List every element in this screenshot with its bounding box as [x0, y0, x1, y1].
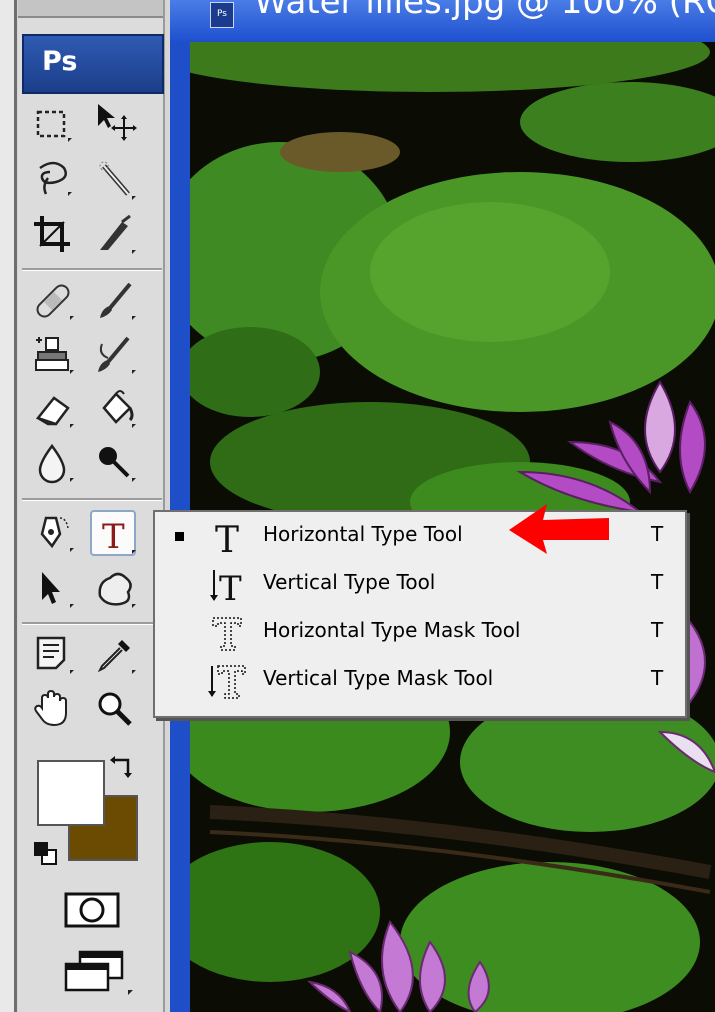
menu-item-shortcut: T	[651, 666, 664, 690]
healing-brush-tool[interactable]	[30, 278, 76, 324]
menu-item-shortcut: T	[651, 522, 664, 546]
foreground-color-swatch[interactable]	[37, 760, 105, 826]
menu-item-shortcut: T	[651, 618, 664, 642]
type-tool[interactable]: T	[90, 510, 136, 557]
move-tool[interactable]	[92, 100, 138, 146]
document-titlebar[interactable]: Ps Water lilies.jpg @ 100% (RGB/	[170, 0, 715, 42]
svg-text:T: T	[215, 520, 239, 558]
default-colors-button[interactable]	[30, 838, 60, 868]
blur-tool[interactable]	[30, 440, 76, 486]
zoom-tool[interactable]	[92, 686, 138, 732]
screen-mode-button[interactable]	[58, 946, 140, 1000]
note-icon	[36, 636, 74, 674]
crop-tool[interactable]	[30, 212, 76, 258]
menu-item-label: Vertical Type Tool	[263, 570, 436, 594]
dodge-icon	[99, 447, 136, 482]
clone-stamp-tool[interactable]	[30, 332, 76, 378]
brush-tool[interactable]	[92, 278, 138, 324]
bandage-icon	[36, 284, 74, 320]
lasso-tool[interactable]	[30, 156, 76, 202]
magic-wand-tool[interactable]	[92, 158, 138, 204]
selected-indicator	[175, 532, 184, 541]
document-window: Ps Water lilies.jpg @ 100% (RGB/	[170, 0, 715, 1012]
menu-item-label: Horizontal Type Mask Tool	[263, 618, 521, 642]
custom-shape-tool[interactable]	[92, 566, 138, 612]
photoshop-logo[interactable]: Ps	[22, 34, 164, 94]
menu-item-vertical-type-mask-tool[interactable]: Vertical Type Mask Tool T	[155, 656, 685, 704]
paint-bucket-tool[interactable]	[92, 386, 138, 432]
history-brush-icon	[98, 336, 136, 374]
default-colors-icon	[34, 842, 57, 865]
slice-tool[interactable]	[92, 212, 138, 258]
swap-arrows-icon	[110, 756, 132, 778]
horizontal-type-icon: T	[207, 516, 249, 561]
svg-text:T: T	[102, 517, 125, 557]
svg-text:T: T	[219, 569, 242, 606]
menu-item-shortcut: T	[651, 570, 664, 594]
red-arrow-icon	[509, 504, 609, 554]
tool-separator	[22, 622, 162, 625]
menu-item-horizontal-type-mask-tool[interactable]: Horizontal Type Mask Tool T	[155, 608, 685, 656]
pen-tool[interactable]	[30, 510, 76, 556]
vertical-type-mask-icon	[207, 660, 249, 702]
notes-tool[interactable]	[30, 632, 76, 678]
eraser-tool[interactable]	[30, 386, 76, 432]
quick-mask-button[interactable]	[60, 888, 124, 932]
eyedropper-tool[interactable]	[92, 632, 138, 678]
marquee-icon	[36, 110, 72, 142]
path-selection-tool[interactable]	[30, 566, 76, 612]
panel-edge	[0, 0, 17, 1012]
pen-icon	[40, 516, 74, 552]
tool-separator	[22, 498, 162, 501]
crop-icon	[34, 216, 70, 252]
paint-bucket-icon	[102, 390, 136, 428]
photoshop-logo-text: Ps	[42, 46, 78, 77]
eraser-icon	[35, 396, 74, 428]
drop-icon	[38, 443, 74, 484]
tools-panel: Ps T	[0, 0, 170, 1012]
swap-colors-button[interactable]	[108, 752, 138, 782]
screen-mode-icon	[64, 950, 133, 995]
vertical-type-icon: T	[207, 564, 249, 609]
tool-separator	[22, 268, 162, 271]
panel-grip[interactable]	[18, 0, 163, 18]
hand-icon	[34, 689, 67, 727]
rectangular-marquee-tool[interactable]	[30, 102, 76, 148]
hand-tool[interactable]	[30, 686, 76, 732]
arrow-pointer-icon	[42, 572, 74, 608]
horizontal-type-mask-icon	[207, 612, 249, 654]
slice-icon	[100, 214, 136, 254]
lasso-icon	[39, 161, 72, 196]
stamp-icon	[35, 337, 74, 374]
menu-item-label: Vertical Type Mask Tool	[263, 666, 494, 690]
document-title: Water lilies.jpg @ 100% (RGB/	[254, 0, 715, 22]
history-brush-tool[interactable]	[92, 332, 138, 378]
menu-item-label: Horizontal Type Tool	[263, 522, 463, 546]
type-icon: T	[102, 517, 136, 557]
document-icon: Ps	[210, 2, 234, 28]
quick-mask-icon	[64, 892, 120, 928]
dodge-tool[interactable]	[92, 440, 138, 486]
move-icon	[98, 104, 137, 141]
eyedropper-icon	[97, 640, 136, 674]
menu-item-vertical-type-tool[interactable]: T Vertical Type Tool T	[155, 560, 685, 609]
custom-shape-icon	[98, 572, 136, 608]
brush-icon	[100, 282, 136, 320]
magnifier-icon	[98, 692, 132, 726]
magic-wand-icon	[99, 161, 136, 200]
